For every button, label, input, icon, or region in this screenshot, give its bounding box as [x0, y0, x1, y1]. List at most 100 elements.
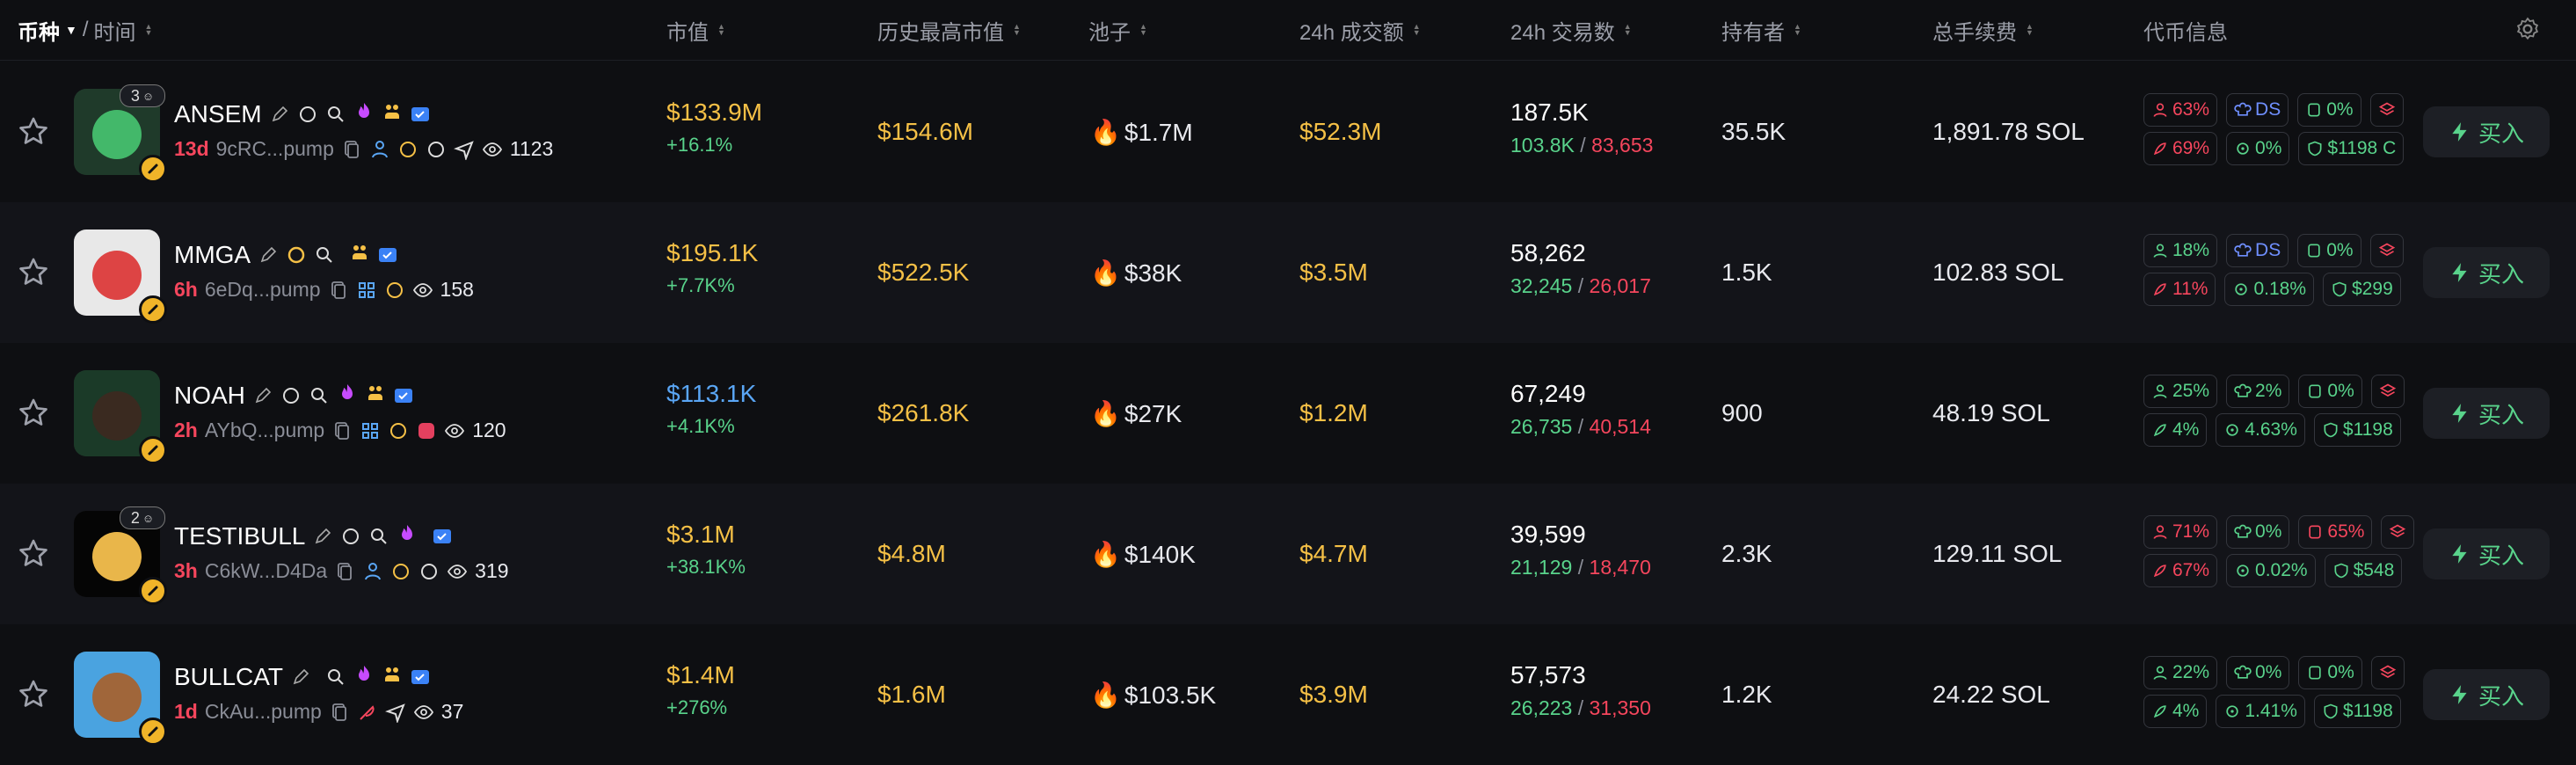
top-holders-chip[interactable]: 25%	[2143, 375, 2218, 408]
target-chip[interactable]: 0%	[2226, 132, 2290, 165]
snipers-chip[interactable]: 0%	[2297, 234, 2361, 267]
holders-grid-icon[interactable]	[360, 420, 381, 441]
token-address[interactable]: C6kW...D4Da	[205, 559, 327, 583]
search-icon[interactable]	[325, 667, 346, 688]
target-chip[interactable]: 0.18%	[2224, 273, 2315, 306]
search-icon[interactable]	[325, 104, 346, 125]
header-volume[interactable]: 24h 成交额 ▲ ▼	[1299, 15, 1421, 46]
sort-icon[interactable]: ▲ ▼	[1624, 23, 1632, 37]
globe-icon[interactable]	[426, 139, 447, 160]
copy-icon[interactable]	[329, 702, 350, 723]
telegram-icon[interactable]	[384, 702, 406, 723]
top-holders-chip[interactable]: 22%	[2143, 656, 2218, 689]
table-row[interactable]: 3 ☺ ANSEM 13d 9cRC...pump 1123 $133.9M +1…	[0, 62, 2576, 202]
paid-chip[interactable]: $548	[2324, 554, 2403, 587]
paid-chip[interactable]: $299	[2323, 273, 2401, 306]
target-chip[interactable]: 0.02%	[2226, 554, 2316, 587]
token-address[interactable]: 6eDq...pump	[205, 278, 321, 302]
header-coin[interactable]: 币种	[18, 15, 60, 46]
table-row[interactable]: ☺ BULLCAT 1d CkAu...pump 37 $1.4M +276% …	[0, 624, 2576, 765]
table-row[interactable]: 2 ☺ TESTIBULL 3h C6kW...D4Da 319 $3.1M +3…	[0, 484, 2576, 624]
bundlers-chip[interactable]: 11%	[2143, 273, 2216, 306]
warning-icon[interactable]	[390, 561, 411, 582]
star-icon[interactable]	[16, 536, 51, 572]
token-name[interactable]: TESTIBULL	[174, 522, 305, 550]
clock-icon[interactable]	[340, 526, 361, 547]
group-icon[interactable]	[382, 101, 403, 122]
layers-chip[interactable]	[2369, 93, 2404, 127]
layers-chip[interactable]	[2369, 234, 2404, 267]
token-name[interactable]: BULLCAT	[174, 663, 283, 691]
gear-icon[interactable]	[2514, 16, 2541, 42]
sort-icon[interactable]: ▲ ▼	[1013, 23, 1021, 37]
edit-icon[interactable]	[312, 526, 333, 547]
group-icon[interactable]	[365, 382, 386, 404]
copy-icon[interactable]	[328, 280, 349, 301]
layers-chip[interactable]	[2370, 656, 2405, 689]
group-icon[interactable]	[349, 242, 370, 263]
token-name[interactable]: MMGA	[174, 241, 251, 269]
star-icon[interactable]	[16, 677, 51, 712]
header-ath[interactable]: 历史最高市值 ▲ ▼	[877, 15, 1021, 46]
bundlers-chip[interactable]: 67%	[2143, 554, 2218, 587]
header-pool[interactable]: 池子 ▲ ▼	[1088, 15, 1147, 46]
clock-icon[interactable]	[297, 104, 318, 125]
table-row[interactable]: ☺ MMGA 6h 6eDq...pump 158 $195.1K +7.7K%…	[0, 202, 2576, 343]
clock-icon[interactable]	[280, 385, 302, 406]
paid-chip[interactable]: $1198	[2313, 695, 2401, 728]
layers-chip[interactable]	[2370, 375, 2405, 408]
buy-button[interactable]: 买入	[2423, 388, 2550, 439]
user-icon[interactable]	[369, 139, 390, 160]
snipers-chip[interactable]: 0%	[2297, 93, 2361, 127]
edit-icon[interactable]	[269, 104, 290, 125]
sort-icon[interactable]: ▲ ▼	[1139, 23, 1147, 37]
header-holders[interactable]: 持有者 ▲ ▼	[1721, 15, 1801, 46]
dev-chip[interactable]: DS	[2226, 93, 2289, 127]
sort-icon[interactable]: ▲ ▼	[717, 23, 725, 37]
bundlers-chip[interactable]: 69%	[2143, 132, 2218, 165]
copy-icon[interactable]	[331, 420, 353, 441]
buy-button[interactable]: 买入	[2423, 669, 2550, 720]
search-icon[interactable]	[314, 244, 335, 266]
snipers-chip[interactable]: 0%	[2298, 656, 2362, 689]
buy-button[interactable]: 买入	[2423, 106, 2550, 157]
target-chip[interactable]: 1.41%	[2216, 695, 2305, 728]
holders-grid-icon[interactable]	[356, 280, 377, 301]
star-icon[interactable]	[16, 396, 51, 431]
bundlers-chip[interactable]: 4%	[2143, 413, 2208, 447]
edit-icon[interactable]	[290, 667, 311, 688]
edit-icon[interactable]	[252, 385, 273, 406]
dev-chip[interactable]: DS	[2226, 234, 2289, 267]
search-icon[interactable]	[309, 385, 330, 406]
coin-icon[interactable]	[286, 244, 307, 266]
target-chip[interactable]: 4.63%	[2216, 413, 2305, 447]
bundlers-chip[interactable]: 4%	[2143, 695, 2208, 728]
edit-icon[interactable]	[258, 244, 279, 266]
top-holders-chip[interactable]: 18%	[2143, 234, 2218, 267]
token-address[interactable]: CkAu...pump	[205, 700, 322, 724]
search-icon[interactable]	[368, 526, 389, 547]
sort-icon[interactable]: ▲ ▼	[2026, 23, 2034, 37]
flame-icon[interactable]	[353, 101, 375, 122]
snipers-chip[interactable]: 65%	[2298, 515, 2373, 549]
sort-icon[interactable]: ▲ ▼	[1794, 23, 1801, 37]
sort-icon[interactable]: ▲ ▼	[1413, 23, 1421, 37]
token-address[interactable]: 9cRC...pump	[216, 137, 334, 161]
paid-chip[interactable]: $1198	[2313, 413, 2401, 447]
buy-button[interactable]: 买入	[2423, 247, 2550, 298]
globe-icon[interactable]	[418, 561, 440, 582]
header-market-cap[interactable]: 市值 ▲ ▼	[666, 15, 725, 46]
header-coin-time[interactable]: 币种 ▼ / 时间 ▲ ▼	[18, 15, 152, 46]
star-icon[interactable]	[16, 255, 51, 290]
dropdown-caret-icon[interactable]: ▼	[65, 23, 77, 37]
token-address[interactable]: AYbQ...pump	[205, 419, 324, 442]
snipers-chip[interactable]: 0%	[2298, 375, 2362, 408]
group-icon[interactable]	[382, 664, 403, 685]
dev-chip[interactable]: 2%	[2226, 375, 2290, 408]
header-txns[interactable]: 24h 交易数 ▲ ▼	[1510, 15, 1632, 46]
copy-icon[interactable]	[341, 139, 362, 160]
user-icon[interactable]	[362, 561, 383, 582]
dev-chip[interactable]: 0%	[2226, 656, 2290, 689]
warning-icon[interactable]	[388, 420, 409, 441]
instagram-icon[interactable]	[416, 420, 437, 441]
